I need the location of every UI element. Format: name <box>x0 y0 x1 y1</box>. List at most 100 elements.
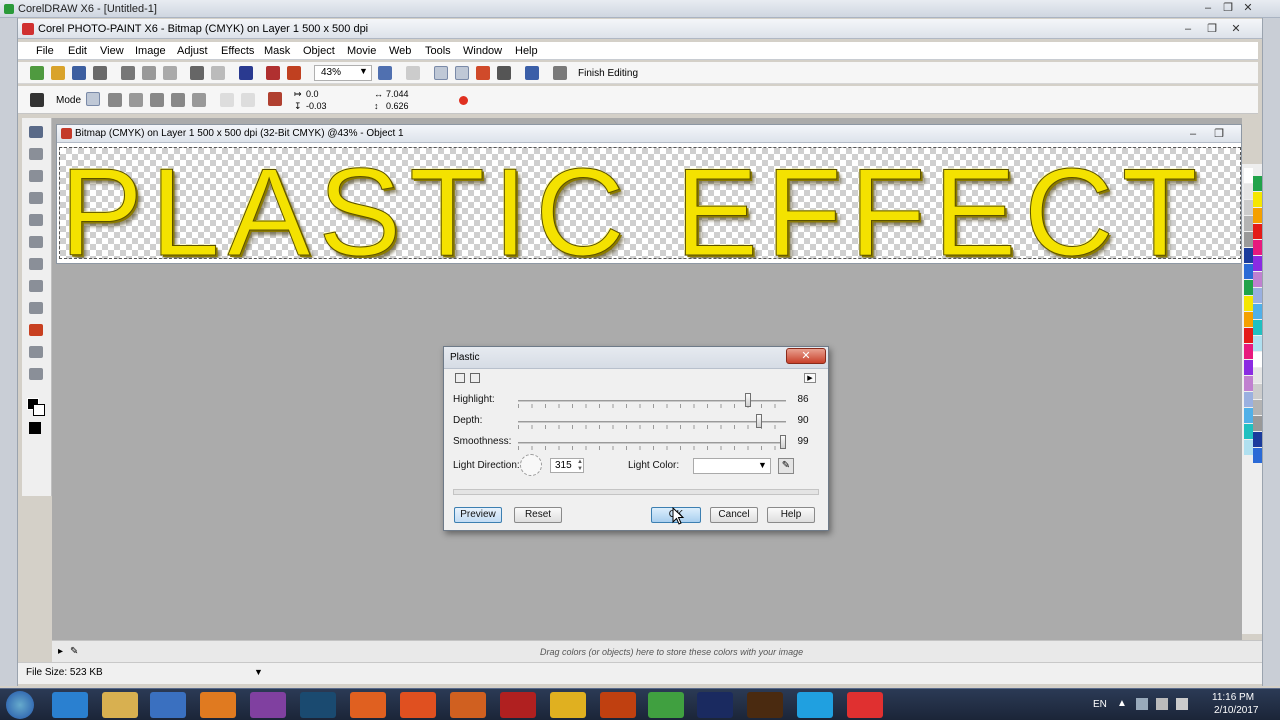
menu-image[interactable]: Image <box>135 45 166 57</box>
tray-arrow-icon[interactable]: ▲ <box>1117 698 1127 709</box>
light-direction-field[interactable]: 315 ▲ ▼ <box>550 458 584 473</box>
pp-maximize-button[interactable]: ❐ <box>1202 22 1222 36</box>
record-icon[interactable] <box>459 96 468 105</box>
menu-edit[interactable]: Edit <box>68 45 87 57</box>
finish-editing-button[interactable]: Finish Editing <box>578 68 638 79</box>
palette-swatch[interactable] <box>1244 200 1253 215</box>
save-icon[interactable] <box>72 66 86 80</box>
volume-icon[interactable] <box>1176 698 1188 710</box>
width-value[interactable]: 7.044 <box>386 89 409 99</box>
mask-marquee-icon[interactable] <box>434 66 448 80</box>
palette-swatch[interactable] <box>1244 312 1253 327</box>
depth-slider-thumb[interactable] <box>756 414 763 428</box>
redo-icon[interactable] <box>211 66 225 80</box>
window-icon[interactable] <box>525 66 539 80</box>
undo-icon[interactable] <box>190 66 204 80</box>
palette-swatch[interactable] <box>1244 376 1253 391</box>
flip-v-icon[interactable] <box>241 93 255 107</box>
palette-swatch[interactable] <box>1253 384 1262 399</box>
light-color-picker[interactable]: ▼ <box>693 458 771 474</box>
dialog-close-button[interactable]: ✕ <box>786 348 826 364</box>
app-taskbar-icon[interactable] <box>250 692 286 718</box>
palette-swatch[interactable] <box>1253 192 1262 207</box>
expand-arrow-icon[interactable]: ▶ <box>804 373 816 383</box>
palette-swatch[interactable] <box>1244 232 1253 247</box>
finish-editing-icon[interactable] <box>553 66 567 80</box>
palette-swatch[interactable] <box>1253 288 1262 303</box>
pp-minimize-button[interactable]: – <box>1178 22 1198 36</box>
palette-swatch[interactable] <box>1253 320 1262 335</box>
zoom-select[interactable]: 43% ▼ <box>314 65 372 81</box>
cancel-button[interactable]: Cancel <box>710 507 758 523</box>
explorer-taskbar-icon[interactable] <box>102 692 138 718</box>
network-icon[interactable] <box>1136 698 1148 710</box>
eyedropper-tool-icon[interactable] <box>29 214 43 226</box>
pick-tool-icon[interactable] <box>29 126 43 138</box>
preview-split-icon[interactable] <box>455 373 465 383</box>
dialog-titlebar[interactable]: Plastic ✕ <box>444 347 828 369</box>
play-icon[interactable]: ▸ <box>58 646 63 657</box>
mask-overlay-icon[interactable] <box>476 66 490 80</box>
height-value[interactable]: 0.626 <box>386 101 409 111</box>
skew-icon[interactable] <box>150 93 164 107</box>
help-button[interactable]: Help <box>767 507 815 523</box>
photoshop-taskbar-icon[interactable] <box>697 692 733 718</box>
palette-swatch[interactable] <box>1244 424 1253 439</box>
background-color-swatch[interactable] <box>33 404 45 416</box>
vlc-taskbar-icon[interactable] <box>200 692 236 718</box>
menu-web[interactable]: Web <box>389 45 411 57</box>
menu-file[interactable]: File <box>36 45 54 57</box>
palette-swatch[interactable] <box>1244 440 1253 455</box>
clock-date[interactable]: 2/10/2017 <box>1214 705 1259 716</box>
smoothness-slider-track[interactable] <box>518 442 786 444</box>
pp-close-button[interactable]: ✕ <box>1226 22 1246 36</box>
scale-icon[interactable] <box>129 93 143 107</box>
smoothness-slider-thumb[interactable] <box>780 435 787 449</box>
palette-swatch[interactable] <box>1244 296 1253 311</box>
reset-button[interactable]: Reset <box>514 507 562 523</box>
coreldraw-taskbar-icon[interactable] <box>600 692 636 718</box>
language-indicator[interactable]: EN <box>1093 699 1107 710</box>
text-tool-icon[interactable] <box>29 280 43 292</box>
palette-swatch[interactable] <box>1253 176 1262 191</box>
menu-effects[interactable]: Effects <box>221 45 254 57</box>
grid-icon[interactable] <box>497 66 511 80</box>
launcher-icon[interactable] <box>287 66 301 80</box>
palette-swatch[interactable] <box>1244 264 1253 279</box>
new-icon[interactable] <box>30 66 44 80</box>
palette-swatch[interactable] <box>1244 168 1253 183</box>
print-icon[interactable] <box>93 66 107 80</box>
palette-swatch[interactable] <box>1244 280 1253 295</box>
menu-movie[interactable]: Movie <box>347 45 376 57</box>
media-taskbar-icon[interactable] <box>150 692 186 718</box>
palette-swatch[interactable] <box>1244 216 1253 231</box>
y-position-value[interactable]: -0.03 <box>306 101 327 111</box>
palette-swatch[interactable] <box>1244 408 1253 423</box>
outer-maximize-button[interactable]: ❐ <box>1218 1 1238 15</box>
palette-swatch[interactable] <box>1244 344 1253 359</box>
redeye-tool-icon[interactable] <box>29 258 43 270</box>
tray-eyedropper-icon[interactable]: ✎ <box>70 646 78 657</box>
import-icon[interactable] <box>239 66 253 80</box>
doc-maximize-button[interactable]: ❐ <box>1209 127 1229 141</box>
light-direction-dial[interactable] <box>520 454 542 476</box>
anchor-icon[interactable] <box>268 92 282 106</box>
mask-tool-icon[interactable] <box>29 148 43 160</box>
palette-swatch[interactable] <box>1244 360 1253 375</box>
palette-swatch[interactable] <box>1253 256 1262 271</box>
preview-button[interactable]: Preview <box>454 507 502 523</box>
app2-taskbar-icon[interactable] <box>300 692 336 718</box>
firefox-taskbar-icon[interactable] <box>450 692 486 718</box>
photopaint-taskbar-icon[interactable] <box>847 692 883 718</box>
palette-swatch[interactable] <box>1244 328 1253 343</box>
menu-object[interactable]: Object <box>303 45 335 57</box>
chrome-taskbar-icon[interactable] <box>550 692 586 718</box>
palette-swatch[interactable] <box>1244 248 1253 263</box>
palette-swatch[interactable] <box>1244 184 1253 199</box>
palette-swatch[interactable] <box>1253 336 1262 351</box>
palette-swatch[interactable] <box>1253 352 1262 367</box>
move-mode-icon[interactable] <box>86 92 100 106</box>
object-marquee-icon[interactable] <box>455 66 469 80</box>
clock-time[interactable]: 11:16 PM <box>1212 692 1254 703</box>
zoom-tool-icon[interactable] <box>29 192 43 204</box>
